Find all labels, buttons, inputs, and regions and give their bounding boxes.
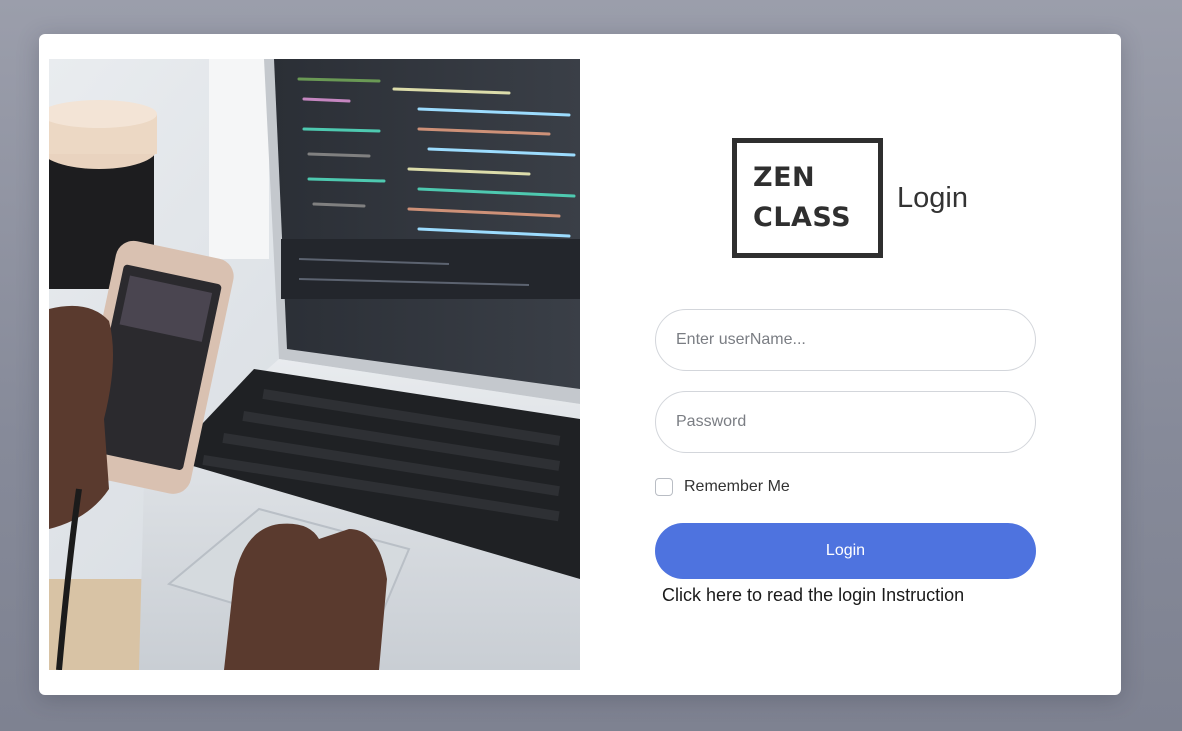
brand-header: ZEN CLASS Login bbox=[732, 138, 968, 258]
password-input[interactable] bbox=[655, 391, 1036, 453]
zen-class-logo: ZEN CLASS bbox=[732, 138, 883, 258]
username-input[interactable] bbox=[655, 309, 1036, 371]
login-card: ZEN CLASS Login Remember Me Login Click … bbox=[39, 34, 1121, 695]
laptop-phone-photo bbox=[49, 59, 580, 670]
login-button[interactable]: Login bbox=[655, 523, 1036, 579]
login-instruction-link[interactable]: Click here to read the login Instruction bbox=[662, 585, 964, 606]
remember-me-label: Remember Me bbox=[684, 478, 790, 495]
remember-me-control[interactable]: Remember Me bbox=[655, 478, 790, 496]
logo-line-1: ZEN bbox=[753, 162, 816, 193]
page-title: Login bbox=[897, 181, 968, 214]
logo-line-2: CLASS bbox=[753, 202, 852, 233]
remember-me-checkbox[interactable] bbox=[655, 478, 673, 496]
